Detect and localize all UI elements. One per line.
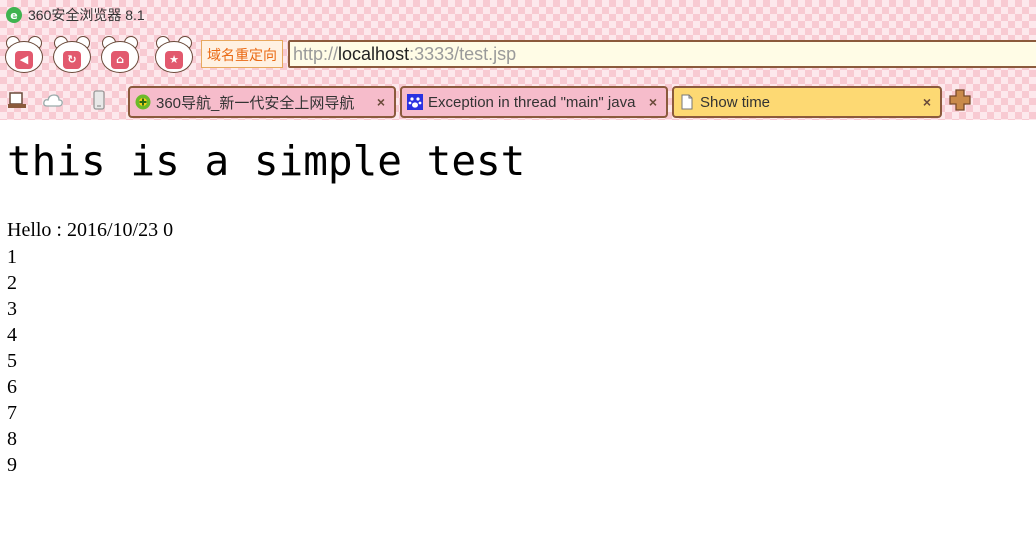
browser-logo-icon: e (6, 7, 22, 23)
tab-bar: 360导航_新一代安全上网导航 × Exception in thread "m… (0, 84, 1036, 120)
cloud-icon[interactable] (42, 89, 64, 111)
url-path: :3333/test.jsp (409, 43, 517, 64)
counter-item: 7 (7, 402, 17, 424)
counter-list: 1 2 3 4 5 6 7 8 9 (7, 244, 17, 478)
refresh-icon: ↻ (63, 51, 81, 69)
home-button[interactable]: ⌂ (98, 34, 142, 74)
close-tab-icon[interactable]: × (644, 94, 662, 110)
page-icon (681, 94, 693, 110)
counter-item: 5 (7, 350, 17, 372)
url-host: localhost (338, 43, 410, 64)
baidu-paw-icon (407, 94, 423, 110)
browser-chrome: e 360安全浏览器 8.1 ◀ ↻ ⌂ ★ 域名重定向 http://loca… (0, 0, 1036, 120)
close-tab-icon[interactable]: × (372, 94, 390, 110)
hello-date-line: Hello : 2016/10/23 0 (7, 219, 174, 241)
url-scheme: http:// (293, 43, 339, 64)
plus-icon[interactable] (948, 88, 972, 112)
refresh-button[interactable]: ↻ (50, 34, 94, 74)
counter-item: 9 (7, 454, 17, 476)
360-logo-icon (135, 94, 151, 110)
favorite-button[interactable]: ★ (152, 34, 196, 74)
page-content: this is a simple test Hello : 2016/10/23… (0, 120, 1036, 537)
counter-item: 4 (7, 324, 17, 346)
tab-label: Show time (700, 93, 771, 111)
close-tab-icon[interactable]: × (918, 94, 936, 110)
tab-label: 360导航_新一代安全上网导航 (156, 94, 355, 112)
window-title: 360安全浏览器 8.1 (28, 7, 145, 23)
tab-show-time[interactable]: Show time × (672, 86, 942, 118)
star-icon: ★ (165, 51, 183, 69)
counter-item: 2 (7, 272, 17, 294)
home-icon: ⌂ (111, 51, 129, 69)
tab-label: Exception in thread "main" java (428, 93, 636, 111)
navigation-bar: ◀ ↻ ⌂ ★ 域名重定向 http://localhost:3333/test… (0, 34, 1036, 74)
counter-item: 6 (7, 376, 17, 398)
tab-exception-search[interactable]: Exception in thread "main" java × (400, 86, 668, 118)
tab-360-navigation[interactable]: 360导航_新一代安全上网导航 × (128, 86, 396, 118)
counter-item: 8 (7, 428, 17, 450)
title-bar: e 360安全浏览器 8.1 (6, 4, 145, 26)
counter-item: 3 (7, 298, 17, 320)
back-button[interactable]: ◀ (2, 34, 46, 74)
restore-icon[interactable] (6, 89, 28, 111)
page-heading: this is a simple test (7, 137, 526, 185)
domain-redirect-button[interactable]: 域名重定向 (201, 40, 283, 68)
back-icon: ◀ (15, 51, 33, 69)
counter-item: 1 (7, 246, 17, 268)
phone-icon[interactable] (88, 89, 110, 111)
address-bar[interactable]: http://localhost:3333/test.jsp (288, 40, 1036, 68)
